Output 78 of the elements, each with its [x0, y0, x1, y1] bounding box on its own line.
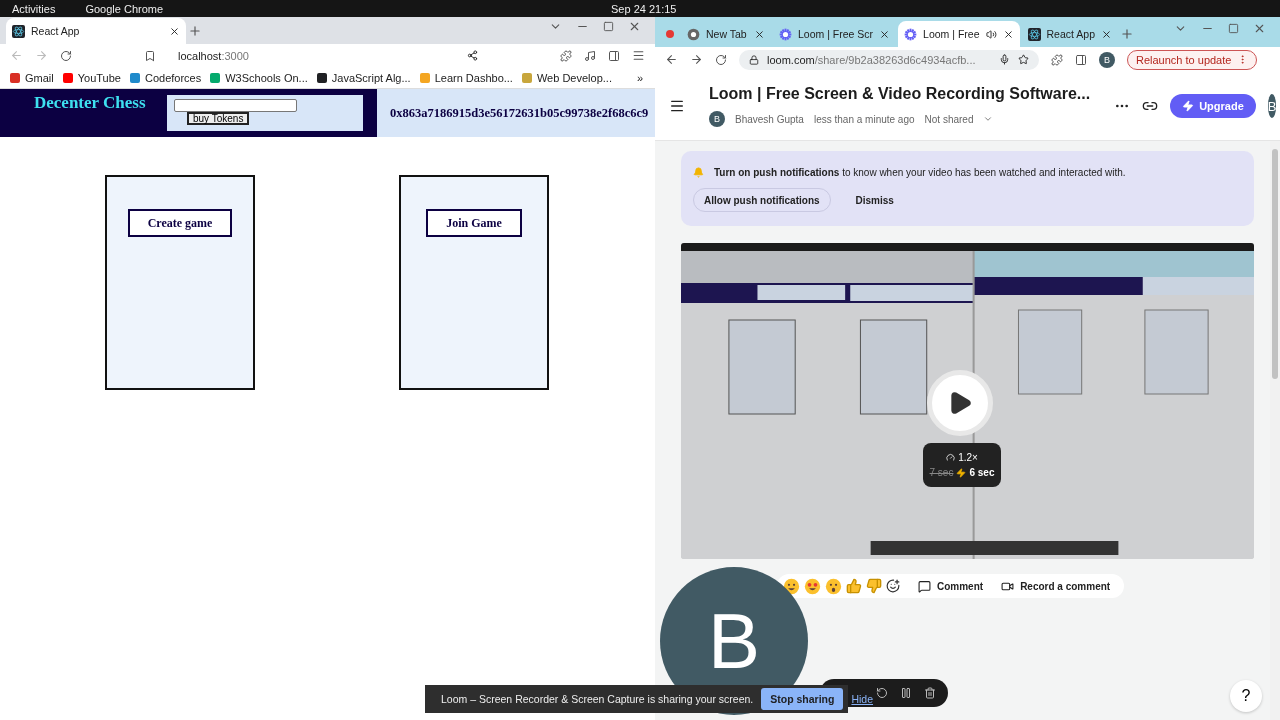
browser-tab[interactable]: React App	[1021, 21, 1118, 47]
bookmark-item[interactable]: Codeforces	[129, 71, 202, 84]
add-reaction-icon[interactable]	[886, 579, 900, 593]
menu-icon[interactable]	[632, 49, 645, 62]
game-button[interactable]: Join Game	[426, 209, 522, 237]
reload-icon[interactable]	[60, 49, 72, 62]
bookmark-item[interactable]: Learn Dashbo...	[419, 71, 513, 84]
menu-icon[interactable]	[669, 98, 685, 114]
close-tab-icon[interactable]	[1100, 28, 1112, 40]
globe-icon	[687, 27, 700, 41]
starburst-icon	[904, 27, 918, 41]
owner-avatar: B	[709, 111, 725, 127]
notification-text: Turn on push notifications to know when your video has been watched and interacted with.	[714, 167, 1126, 178]
browser-tab[interactable]: New Tab	[681, 21, 771, 47]
extensions-icon[interactable]	[560, 49, 572, 62]
side-panel-icon[interactable]	[608, 49, 620, 62]
help-button[interactable]: ?	[1230, 680, 1262, 712]
close-tab-icon[interactable]	[1002, 28, 1014, 40]
close-icon[interactable]	[628, 20, 641, 33]
dismiss-button[interactable]: Dismiss	[844, 188, 905, 212]
timestamp: less than a minute ago	[813, 113, 915, 125]
speech-bubble-icon	[918, 579, 931, 593]
profile-avatar[interactable]: B	[1099, 51, 1115, 68]
owner-name[interactable]: Bhavesh Gupta	[735, 113, 804, 125]
bookmark-item[interactable]: Web Develop...	[521, 71, 612, 84]
emoji-icon[interactable]	[825, 577, 842, 595]
clock[interactable]: Sep 24 21:15	[611, 2, 677, 15]
restart-icon[interactable]	[876, 687, 888, 699]
lightning-icon	[1182, 100, 1195, 112]
delete-icon[interactable]	[924, 687, 936, 699]
close-tab-icon[interactable]	[169, 25, 180, 37]
game-button[interactable]: Create game	[127, 209, 233, 237]
extensions-icon[interactable]	[1051, 53, 1063, 66]
speaker-icon[interactable]	[985, 28, 997, 40]
upgrade-button[interactable]: Upgrade	[1170, 94, 1256, 118]
forward-icon[interactable]	[690, 53, 703, 66]
token-input[interactable]	[174, 99, 297, 112]
speed-badge[interactable]: 1.2× 7 sec 6 sec	[923, 443, 1001, 487]
atom-icon	[12, 24, 25, 38]
bell-icon	[693, 167, 704, 178]
account-address: 0x863a7186915d3e56172631b05c99738e2f68c6c9	[377, 89, 655, 137]
address-bar[interactable]: loom.com/share/9b2a38263d6c4934acfb...	[739, 49, 1039, 70]
bookmark-item[interactable]: JavaScript Alg...	[316, 71, 411, 84]
pause-icon[interactable]	[900, 687, 912, 699]
starburst-icon	[779, 27, 792, 41]
relaunch-button[interactable]: Relaunch to update	[1127, 49, 1258, 70]
record-comment-button[interactable]: Record a comment	[1001, 579, 1111, 593]
thumbs-up-icon[interactable]	[846, 578, 862, 594]
side-panel-icon[interactable]	[1075, 53, 1087, 66]
thumbs-down-icon[interactable]	[866, 578, 882, 594]
activities-button[interactable]: Activities	[12, 2, 56, 15]
bookmark-icon[interactable]	[144, 49, 156, 62]
chevron-down-icon[interactable]	[983, 114, 994, 124]
close-tab-icon[interactable]	[754, 28, 765, 40]
browser-tab[interactable]: Loom | Free	[898, 21, 1020, 47]
sharing-dropdown[interactable]: Not shared	[924, 113, 974, 125]
maximize-icon[interactable]	[1228, 21, 1239, 35]
close-tab-icon[interactable]	[879, 28, 891, 40]
bookmark-item[interactable]: W3Schools On...	[210, 71, 308, 84]
stop-sharing-button[interactable]: Stop sharing	[761, 688, 844, 710]
user-avatar[interactable]: B	[1267, 94, 1277, 118]
browser-tab[interactable]: React App	[6, 18, 186, 44]
buy-tokens-button[interactable]: buy Tokens	[187, 112, 250, 125]
brand-title: Decenter Chess	[33, 92, 147, 114]
hide-link[interactable]: Hide	[851, 693, 874, 705]
back-icon[interactable]	[665, 53, 678, 66]
atom-icon	[1027, 27, 1041, 41]
maximize-icon[interactable]	[603, 20, 614, 33]
video-title: Loom | Free Screen & Video Recording Software...	[709, 85, 1091, 103]
bookmark-item[interactable]: YouTube	[62, 71, 121, 84]
music-icon[interactable]	[584, 49, 596, 62]
browser-tab[interactable]: Loom | Free Scr	[773, 21, 897, 47]
app-name[interactable]: Google Chrome	[85, 2, 164, 15]
more-bookmarks-button[interactable]: »	[634, 71, 645, 84]
comment-button[interactable]: Comment	[918, 579, 984, 593]
reload-icon[interactable]	[715, 53, 727, 66]
bookmark-item[interactable]: Gmail	[10, 71, 54, 84]
emoji-icon[interactable]	[804, 577, 821, 595]
